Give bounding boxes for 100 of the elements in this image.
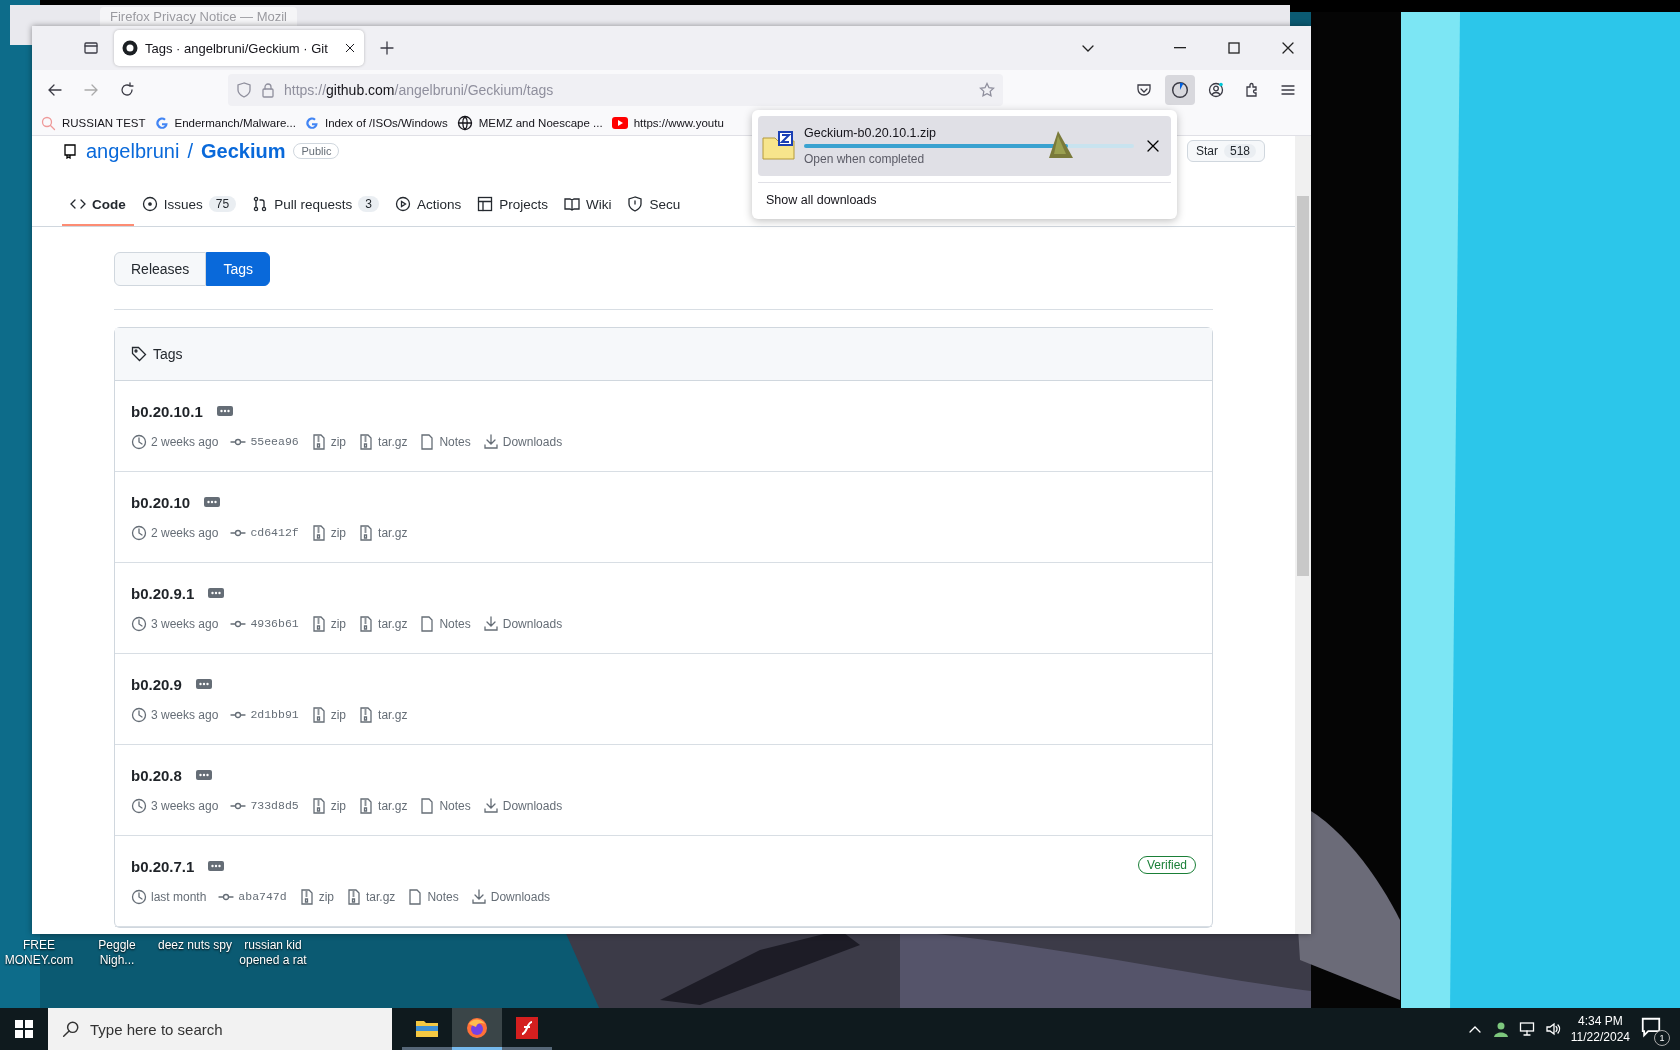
tag-link[interactable]: b0.20.9 xyxy=(131,675,182,693)
downloads-link[interactable]: Downloads xyxy=(502,434,563,449)
tag-link[interactable]: b0.20.9.1 xyxy=(131,584,195,602)
ellipsis-icon[interactable] xyxy=(208,861,225,871)
tar-link[interactable]: tar.gz xyxy=(378,434,408,449)
zip-link[interactable]: zip xyxy=(330,616,347,631)
download-item[interactable]: Geckium-b0.20.10.1.zip Open when completed xyxy=(758,116,1171,176)
downloads-link[interactable]: Downloads xyxy=(490,889,551,904)
desktop-icon[interactable]: Peggle Nigh... xyxy=(78,938,156,968)
scrollbar[interactable] xyxy=(1295,136,1311,934)
bookmark[interactable]: https://www.youtu xyxy=(611,116,724,129)
star-button[interactable]: Star 518 xyxy=(1186,140,1265,162)
zip-folder-icon xyxy=(762,130,796,162)
repo-tab[interactable]: Code xyxy=(62,196,134,226)
zip-file-icon xyxy=(310,706,327,723)
notes-link[interactable]: Notes xyxy=(427,889,459,904)
globe-icon xyxy=(456,114,473,131)
pull-request-icon xyxy=(252,196,269,212)
zip-link[interactable]: zip xyxy=(330,525,347,540)
taskbar-app[interactable] xyxy=(452,1008,502,1050)
tag-link[interactable]: b0.20.7.1 xyxy=(131,857,195,875)
repo-tab[interactable]: Issues 75 xyxy=(133,196,245,226)
network-icon xyxy=(1518,1021,1535,1037)
zip-link[interactable]: zip xyxy=(330,798,347,813)
menu-icon xyxy=(1280,82,1296,98)
close-icon xyxy=(1145,138,1161,154)
clock-icon xyxy=(131,797,147,814)
ellipsis-icon[interactable] xyxy=(195,770,212,780)
bookmark[interactable]: Index of /ISOs/Windows xyxy=(304,115,448,130)
notes-link[interactable]: Notes xyxy=(439,616,471,631)
downloads-link[interactable]: Downloads xyxy=(502,616,563,631)
search-field[interactable]: Type here to search xyxy=(48,1008,392,1050)
repo-tab[interactable]: Wiki xyxy=(555,196,620,226)
desktop-icon[interactable]: deez nuts spy xyxy=(156,938,234,968)
repo-tab[interactable]: Actions xyxy=(386,196,470,226)
tar-link[interactable]: tar.gz xyxy=(378,798,408,813)
desktop-icon[interactable]: russian kid opened a rat xyxy=(234,938,312,968)
downloads-link[interactable]: Downloads xyxy=(502,798,563,813)
ellipsis-icon[interactable] xyxy=(204,497,221,507)
tag-icon xyxy=(131,346,147,362)
zip-file-icon xyxy=(358,706,375,723)
repo-owner-link[interactable]: angelbruni xyxy=(86,139,180,163)
arrow-right-icon xyxy=(83,82,99,98)
tar-link[interactable]: tar.gz xyxy=(378,616,408,631)
ellipsis-icon[interactable] xyxy=(216,406,233,416)
windows-icon xyxy=(15,1020,33,1038)
clock-icon xyxy=(131,615,147,632)
download-icon xyxy=(470,888,487,905)
repo-tab[interactable]: Pull requests 3 xyxy=(244,196,387,226)
zip-file-icon xyxy=(310,797,327,814)
notes-link[interactable]: Notes xyxy=(439,798,471,813)
file-icon xyxy=(419,797,436,814)
file-icon xyxy=(419,615,436,632)
tag-link[interactable]: b0.20.10.1 xyxy=(131,402,203,420)
show-all-downloads-link[interactable]: Show all downloads xyxy=(758,182,1171,213)
tag-link[interactable]: b0.20.8 xyxy=(131,766,182,784)
address-bar[interactable]: https://github.com/angelbruni/Geckium/tags xyxy=(228,74,1003,106)
clock[interactable]: 4:34 PM 11/22/2024 xyxy=(1570,1013,1630,1045)
browser-tab[interactable]: Tags · angelbruni/Geckium · Git xyxy=(114,30,364,66)
notes-link[interactable]: Notes xyxy=(439,434,471,449)
search-icon xyxy=(40,114,56,131)
toggle-tab[interactable]: Tags xyxy=(206,252,270,286)
commit-link[interactable]: 4936b61 xyxy=(250,617,299,630)
zip-link[interactable]: zip xyxy=(330,707,347,722)
lock-icon xyxy=(260,82,276,98)
toggle-tab[interactable]: Releases xyxy=(114,252,207,286)
account-icon xyxy=(1208,82,1224,98)
tag-time: 3 weeks ago xyxy=(151,616,219,631)
commit-link[interactable]: 55eea96 xyxy=(250,435,299,448)
file-icon xyxy=(419,433,436,450)
commit-link[interactable]: 733d8d5 xyxy=(250,799,299,812)
ellipsis-icon[interactable] xyxy=(195,679,212,689)
clock-icon xyxy=(131,706,147,723)
repo-name-link[interactable]: Geckium xyxy=(201,139,286,163)
tar-link[interactable]: tar.gz xyxy=(378,525,408,540)
file-icon xyxy=(407,888,424,905)
tar-link[interactable]: tar.gz xyxy=(378,707,408,722)
zip-link[interactable]: zip xyxy=(318,889,334,904)
repo-tab[interactable]: Projects xyxy=(469,196,556,226)
repo-tab[interactable]: Secu xyxy=(619,196,681,226)
zip-file-icon xyxy=(358,615,375,632)
progress-circle-icon xyxy=(1171,81,1189,99)
desktop-icon[interactable]: FREE MONEY.com xyxy=(0,938,78,968)
tag-link[interactable]: b0.20.10 xyxy=(131,493,191,511)
downloads-button[interactable] xyxy=(1165,75,1195,105)
person-icon[interactable] xyxy=(1492,1021,1509,1037)
book-icon xyxy=(563,196,580,212)
bookmark[interactable]: MEMZ and Noescape ... xyxy=(456,114,603,131)
google-icon xyxy=(154,115,169,130)
bookmark[interactable]: RUSSIAN TEST xyxy=(40,114,146,131)
star-icon xyxy=(979,82,995,98)
bookmark[interactable]: Endermanch/Malware... xyxy=(154,115,296,130)
commit-link[interactable]: cd6412f xyxy=(250,526,299,539)
shield-icon xyxy=(236,82,252,98)
commit-link[interactable]: aba747d xyxy=(238,890,287,903)
tar-link[interactable]: tar.gz xyxy=(366,889,396,904)
zip-link[interactable]: zip xyxy=(330,434,347,449)
ellipsis-icon[interactable] xyxy=(208,588,225,598)
close-icon xyxy=(344,42,356,54)
commit-link[interactable]: 2d1bb91 xyxy=(250,708,299,721)
